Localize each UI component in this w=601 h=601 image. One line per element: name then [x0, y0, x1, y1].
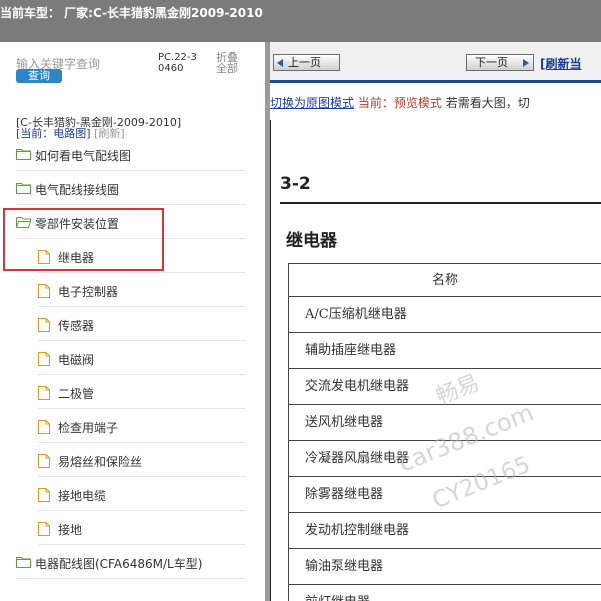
tree-item-ground[interactable]: 接地 [38, 511, 246, 545]
tree-item-label: 接地 [58, 523, 83, 537]
switch-original-mode-link[interactable]: 切换为原图模式 [270, 96, 354, 110]
tree-item-sensor[interactable]: 传感器 [38, 307, 246, 341]
next-page-button[interactable]: 下一页 [466, 54, 534, 71]
prev-page-label: 上一页 [288, 56, 321, 69]
toolbar-divider [270, 80, 601, 83]
tree-item-label: 电器配线图(CFA6486M/L车型) [35, 557, 203, 571]
mode-hint-text: 若需看大图，切 [445, 96, 530, 110]
table-row: 辅助插座继电器 [289, 333, 601, 369]
tree-item-label: 接地电缆 [58, 489, 107, 503]
document-icon [38, 386, 50, 400]
current-vehicle-title: 当前车型： 厂家:C-长丰猎豹黑金刚2009-2010 [0, 6, 263, 20]
tree-item-solenoid[interactable]: 电磁阀 [38, 341, 246, 375]
document-icon [38, 318, 50, 332]
sidebar: 输入关键字查询 查询 PC.22-30460 折叠全部 [C-长丰猎豹-黑金刚-… [0, 42, 265, 601]
tree-item-label: 二极管 [58, 387, 95, 401]
tree-item-ecu[interactable]: 电子控制器 [38, 273, 246, 307]
document-icon [38, 522, 50, 536]
document-icon [38, 284, 50, 298]
highlight-annotation [3, 208, 164, 271]
table-row: A/C压缩机继电器 [289, 297, 601, 333]
refresh-current-link[interactable]: [刷新当 [540, 55, 582, 72]
title-bar: 当前车型： 厂家:C-长丰猎豹黑金刚2009-2010 [0, 0, 601, 42]
section-rule [280, 202, 601, 204]
collapse-all-link[interactable]: 折叠全部 [216, 52, 244, 74]
tree-item-label: 检查用端子 [58, 421, 119, 435]
tree-item-diode[interactable]: 二极管 [38, 375, 246, 409]
tree-item-label: 电子控制器 [58, 285, 119, 299]
tree-item-fuses[interactable]: 易熔丝和保险丝 [38, 443, 246, 477]
arrow-right-icon [523, 59, 529, 67]
document-icon [38, 454, 50, 468]
prev-page-button[interactable]: 上一页 [273, 54, 340, 71]
arrow-left-icon [277, 59, 283, 67]
current-mode-label: 当前：预览模式 [357, 96, 442, 110]
folder-icon [16, 149, 31, 160]
table-row: 前灯继电器 [289, 585, 601, 601]
folder-icon [16, 183, 31, 194]
tree-item-label: 传感器 [58, 319, 95, 333]
document-pane: 上一页 下一页 [刷新当 切换为原图模式 当前：预览模式 若需看大图，切 3-2… [270, 42, 601, 601]
tree-item-label: 易熔丝和保险丝 [58, 455, 143, 469]
tree-item-label: 如何看电气配线图 [35, 149, 132, 163]
page-toolbar: 上一页 下一页 [刷新当 [270, 42, 601, 80]
tree-item-test-terminal[interactable]: 检查用端子 [38, 409, 246, 443]
tree-item-label: 电磁阀 [58, 353, 95, 367]
table-header-name: 名称 [289, 264, 601, 297]
tree-item-label: 电气配线接线圈 [35, 183, 120, 197]
search-button[interactable]: 查询 [16, 69, 62, 83]
document-title: 继电器 [286, 231, 337, 251]
folder-icon [16, 557, 31, 568]
next-page-label: 下一页 [475, 56, 508, 69]
tree-item-wiring-circle[interactable]: 电气配线接线圈 [16, 171, 246, 205]
table-row: 发动机控制继电器 [289, 513, 601, 549]
tree-item-how-to-read[interactable]: 如何看电气配线图 [16, 137, 246, 171]
document-icon [38, 352, 50, 366]
tree-item-wiring-diagram-cfa[interactable]: 电器配线图(CFA6486M/L车型) [16, 545, 246, 579]
table-row: 输油泵继电器 [289, 549, 601, 585]
document-icon [38, 488, 50, 502]
tree-item-ground-cable[interactable]: 接地电缆 [38, 477, 246, 511]
document-border [270, 120, 271, 601]
section-number: 3-2 [280, 174, 311, 194]
view-mode-bar: 切换为原图模式 当前：预览模式 若需看大图，切 [270, 94, 601, 112]
pc-code-label: PC.22-30460 [158, 52, 197, 74]
document-icon [38, 420, 50, 434]
